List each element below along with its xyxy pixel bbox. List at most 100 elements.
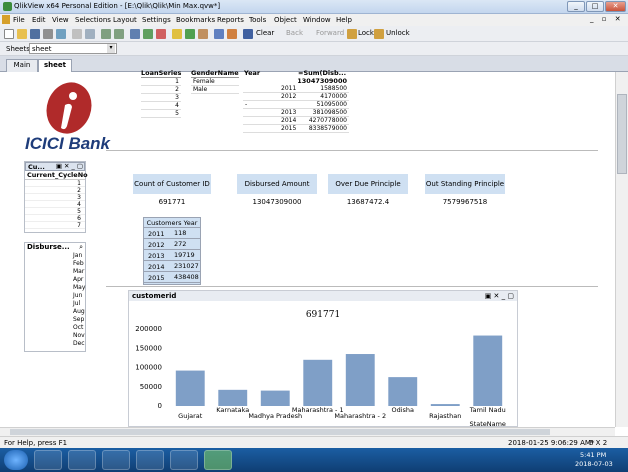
list-item[interactable]: 3 <box>141 94 181 102</box>
search-icon[interactable] <box>130 29 140 39</box>
list-item[interactable]: Nov <box>25 332 85 340</box>
list-item[interactable]: Mar <box>25 268 85 276</box>
list-item[interactable]: May <box>25 284 85 292</box>
menu-bookmarks[interactable]: Bookmarks <box>176 16 215 24</box>
value-cell: 4170000 <box>320 93 347 100</box>
tab-main[interactable]: Main <box>6 59 38 72</box>
list-item[interactable]: 4 <box>25 201 85 208</box>
table-row: 2013 19719 <box>144 250 200 261</box>
list-item[interactable]: 7 <box>25 222 85 229</box>
listbox-controls-icon[interactable]: ▣ ✕ _ ▢ <box>56 162 83 170</box>
tab-sheet[interactable]: sheet <box>38 59 72 73</box>
clear-icon[interactable] <box>243 29 253 39</box>
menu-file[interactable]: File <box>13 16 25 24</box>
menu-help[interactable]: Help <box>336 16 352 24</box>
chart-controls-icon[interactable]: ▣ ✕ _ ▢ <box>485 291 514 301</box>
scrollbar-thumb[interactable] <box>617 94 627 174</box>
list-item[interactable]: Feb <box>25 260 85 268</box>
notes-taskbar-icon[interactable] <box>170 450 198 470</box>
menu-bar: File Edit View Selections Layout Setting… <box>0 14 628 26</box>
menu-window[interactable]: Window <box>303 16 331 24</box>
bar <box>388 377 418 406</box>
open-icon[interactable] <box>17 29 27 39</box>
lock-button[interactable]: Lock <box>358 29 374 37</box>
maximize-button[interactable]: □ <box>586 1 604 12</box>
year-cell: 2012 <box>281 93 297 100</box>
menu-tools[interactable]: Tools <box>249 16 266 24</box>
unlock-button[interactable]: Unlock <box>386 29 410 37</box>
list-item[interactable]: Jul <box>25 300 85 308</box>
menu-view[interactable]: View <box>52 16 69 24</box>
list-item[interactable]: 4 <box>141 102 181 110</box>
menu-edit[interactable]: Edit <box>32 16 46 24</box>
scrollbar-thumb[interactable] <box>10 429 550 435</box>
help-icon[interactable] <box>214 29 224 39</box>
back-button[interactable]: Back <box>286 29 303 37</box>
sheet-canvas: ICICI Bank Cu... ▣ ✕ _ ▢ Current_CycleNo… <box>0 69 615 428</box>
media-taskbar-icon[interactable] <box>68 450 96 470</box>
y-tick-label: 200000 <box>135 325 162 333</box>
table-viewer-icon[interactable] <box>156 29 166 39</box>
menu-reports[interactable]: Reports <box>217 16 244 24</box>
list-item[interactable]: Apr <box>25 276 85 284</box>
year-cell: 2013 <box>281 109 297 116</box>
list-item[interactable]: Dec <box>25 340 85 348</box>
menu-layout[interactable]: Layout <box>113 16 137 24</box>
chart-icon[interactable] <box>172 29 182 39</box>
list-item[interactable]: 5 <box>141 110 181 118</box>
print-icon[interactable] <box>43 29 53 39</box>
search-icon[interactable]: ⌕ <box>79 243 83 252</box>
list-item[interactable]: Female <box>191 78 239 86</box>
qlikview-taskbar-icon[interactable] <box>204 450 232 470</box>
list-item[interactable]: 1 <box>25 180 85 187</box>
vertical-scrollbar[interactable] <box>615 72 628 427</box>
list-item[interactable]: Sep <box>25 316 85 324</box>
menu-settings[interactable]: Settings <box>142 16 171 24</box>
edit-icon[interactable] <box>72 29 82 39</box>
x-tick-label: Tamil Nadu <box>469 406 506 414</box>
chrome-taskbar-icon[interactable] <box>102 450 130 470</box>
close-button[interactable]: ✕ <box>605 1 626 12</box>
redo-icon[interactable] <box>114 29 124 39</box>
lock-icon[interactable] <box>347 29 357 39</box>
divider <box>106 150 598 151</box>
mdi-window-controls[interactable]: _ ▫ ✕ <box>590 15 624 23</box>
horizontal-scrollbar[interactable] <box>0 427 615 436</box>
value-cell: 1588500 <box>320 85 347 92</box>
sheets-dropdown[interactable]: sheet ▾ <box>29 43 117 54</box>
unlock-icon[interactable] <box>374 29 384 39</box>
table-row: 2014 231027 <box>144 261 200 272</box>
new-icon[interactable] <box>4 29 14 39</box>
list-item[interactable]: 5 <box>25 208 85 215</box>
undo-icon[interactable] <box>101 29 111 39</box>
start-button[interactable] <box>4 450 28 470</box>
list-item[interactable]: Male <box>191 86 239 94</box>
forward-button[interactable]: Forward <box>316 29 344 37</box>
virtualbox-taskbar-icon[interactable] <box>136 450 164 470</box>
count-cell: 19719 <box>174 251 195 259</box>
list-item[interactable]: Jan <box>25 252 85 260</box>
reload-icon[interactable] <box>85 29 95 39</box>
save-icon[interactable] <box>30 29 40 39</box>
script-icon[interactable] <box>143 29 153 39</box>
bookmark-star-icon[interactable] <box>185 29 195 39</box>
clear-button[interactable]: Clear <box>256 29 274 37</box>
list-item[interactable]: 2 <box>141 86 181 94</box>
list-item[interactable]: 3 <box>25 194 85 201</box>
list-item[interactable]: 6 <box>25 215 85 222</box>
menu-selections[interactable]: Selections <box>75 16 111 24</box>
file-explorer-taskbar-icon[interactable] <box>34 450 62 470</box>
logo-text: ICICI Bank <box>25 134 111 153</box>
design-grid-icon[interactable] <box>227 29 237 39</box>
menu-object[interactable]: Object <box>274 16 297 24</box>
status-bar: For Help, press F1 2018-01-25 9:06:29 AM… <box>0 436 628 448</box>
list-item[interactable]: Jun <box>25 292 85 300</box>
properties-icon[interactable] <box>198 29 208 39</box>
list-item[interactable]: 1 <box>141 78 181 86</box>
chart-caption: customerid ▣ ✕ _ ▢ <box>129 291 517 301</box>
print-pdf-icon[interactable] <box>56 29 66 39</box>
list-item[interactable]: 2 <box>25 187 85 194</box>
list-item[interactable]: Oct <box>25 324 85 332</box>
list-item[interactable]: Aug <box>25 308 85 316</box>
minimize-button[interactable]: _ <box>567 1 585 12</box>
